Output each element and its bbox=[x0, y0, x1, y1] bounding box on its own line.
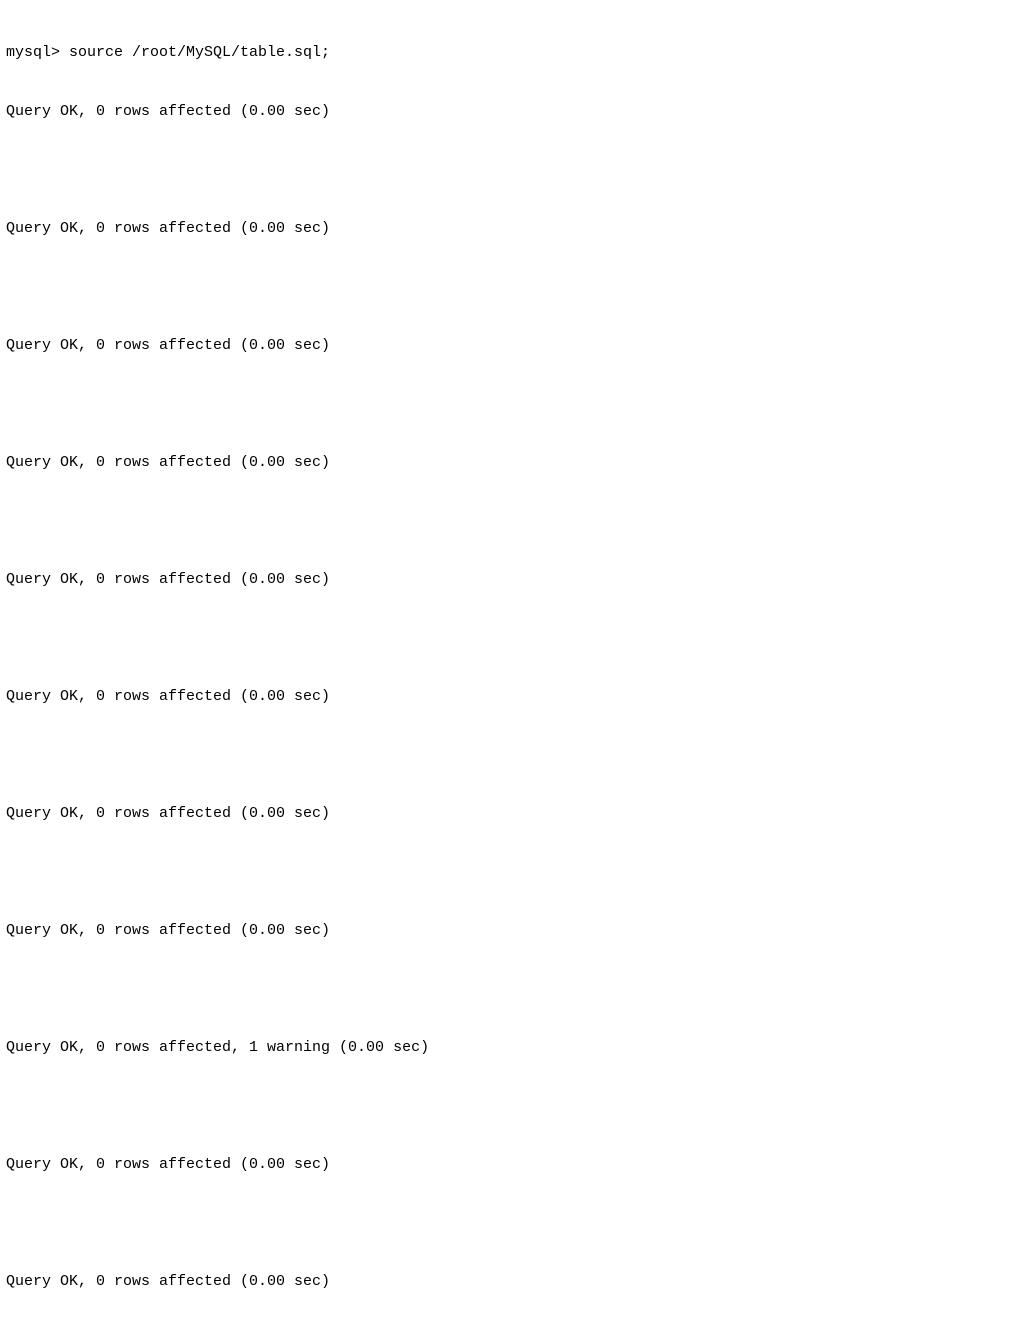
blank-line bbox=[6, 1213, 1023, 1233]
blank-line bbox=[6, 160, 1023, 180]
mysql-terminal-output: mysql> source /root/MySQL/table.sql; Que… bbox=[6, 4, 1023, 1338]
blank-line bbox=[6, 745, 1023, 765]
query-result-line: Query OK, 0 rows affected (0.00 sec) bbox=[6, 921, 1023, 941]
query-result-line: Query OK, 0 rows affected, 1 warning (0.… bbox=[6, 1038, 1023, 1058]
blank-line bbox=[6, 511, 1023, 531]
query-result-line: Query OK, 0 rows affected (0.00 sec) bbox=[6, 219, 1023, 239]
query-result-line: Query OK, 0 rows affected (0.00 sec) bbox=[6, 804, 1023, 824]
query-result-line: Query OK, 0 rows affected (0.00 sec) bbox=[6, 102, 1023, 122]
command-line: mysql> source /root/MySQL/table.sql; bbox=[6, 43, 1023, 63]
query-result-line: Query OK, 0 rows affected (0.00 sec) bbox=[6, 453, 1023, 473]
mysql-prompt: mysql> bbox=[6, 44, 69, 61]
blank-line bbox=[6, 1330, 1023, 1338]
query-result-line: Query OK, 0 rows affected (0.00 sec) bbox=[6, 1272, 1023, 1292]
query-result-line: Query OK, 0 rows affected (0.00 sec) bbox=[6, 1155, 1023, 1175]
blank-line bbox=[6, 979, 1023, 999]
query-result-line: Query OK, 0 rows affected (0.00 sec) bbox=[6, 687, 1023, 707]
blank-line bbox=[6, 628, 1023, 648]
query-result-line: Query OK, 0 rows affected (0.00 sec) bbox=[6, 570, 1023, 590]
query-result-line: Query OK, 0 rows affected (0.00 sec) bbox=[6, 336, 1023, 356]
source-command: source /root/MySQL/table.sql; bbox=[69, 44, 330, 61]
blank-line bbox=[6, 862, 1023, 882]
blank-line bbox=[6, 277, 1023, 297]
blank-line bbox=[6, 394, 1023, 414]
blank-line bbox=[6, 1096, 1023, 1116]
